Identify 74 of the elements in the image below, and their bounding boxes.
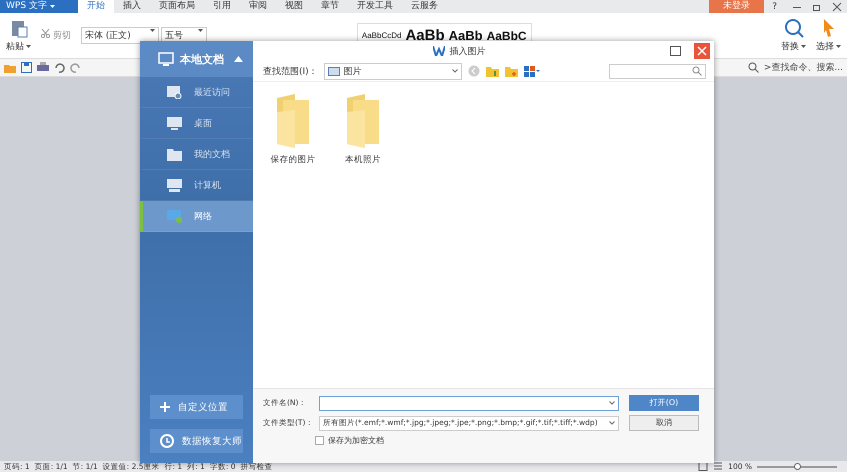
chevron-icon bbox=[609, 421, 615, 425]
open-button[interactable]: 打开(O) bbox=[629, 395, 699, 411]
folder-icon bbox=[345, 94, 381, 148]
menu-tab[interactable]: 视图 bbox=[276, 0, 312, 13]
recovery-icon bbox=[160, 434, 174, 448]
caret-icon bbox=[836, 45, 841, 48]
caret-icon bbox=[801, 45, 806, 48]
computer-icon bbox=[167, 178, 182, 192]
folder-up-icon[interactable] bbox=[486, 66, 499, 76]
style-preview[interactable]: AaBbC bbox=[486, 28, 527, 42]
replace-button[interactable]: 替换 bbox=[781, 18, 806, 53]
file-name-field[interactable] bbox=[319, 396, 619, 410]
help-button[interactable]: ? bbox=[772, 2, 777, 12]
chevron-icon bbox=[452, 69, 458, 73]
caret-icon bbox=[198, 29, 203, 32]
paste-button[interactable]: 粘贴 bbox=[6, 18, 31, 53]
view-grid-icon[interactable] bbox=[524, 66, 540, 76]
folder-item[interactable]: 本机照片 bbox=[337, 94, 389, 166]
menu-tab[interactable]: 插入 bbox=[114, 0, 150, 13]
collapse-arrow-icon[interactable] bbox=[234, 56, 243, 62]
save-icon[interactable] bbox=[21, 62, 32, 73]
scissors-icon bbox=[41, 29, 50, 38]
menu-tab[interactable]: 开发工具 bbox=[348, 0, 402, 13]
look-in-dropdown[interactable]: 图片 bbox=[324, 62, 462, 80]
local-documents-header[interactable]: 本地文档 bbox=[140, 41, 253, 77]
menu-tab[interactable]: 章节 bbox=[312, 0, 348, 13]
menu-tab[interactable]: 引用 bbox=[204, 0, 240, 13]
dialog-title: 插入图片 bbox=[450, 46, 486, 58]
style-preview[interactable]: AaBb bbox=[405, 27, 445, 44]
page-view-icon[interactable] bbox=[698, 462, 708, 471]
search-icon bbox=[692, 66, 702, 76]
plus-icon bbox=[160, 402, 170, 412]
search-icon bbox=[784, 18, 804, 38]
folder-icon bbox=[167, 148, 182, 160]
style-preview[interactable]: AaBb bbox=[448, 28, 483, 43]
wps-logo-icon bbox=[432, 46, 444, 56]
redo-icon[interactable] bbox=[70, 62, 81, 72]
menu-tab[interactable]: 开始 bbox=[78, 0, 114, 13]
zoom-slider-thumb[interactable] bbox=[794, 462, 800, 470]
picture-folder-icon bbox=[328, 66, 340, 76]
clipboard-icon bbox=[10, 18, 28, 38]
close-button[interactable] bbox=[694, 43, 710, 59]
maximize-icon[interactable] bbox=[670, 46, 681, 56]
app-menu-button[interactable]: WPS 文字 bbox=[0, 0, 78, 13]
folder-icon bbox=[275, 94, 311, 148]
encrypt-label: 保存为加密文档 bbox=[328, 435, 384, 446]
chevron-icon bbox=[609, 401, 615, 405]
search-field[interactable] bbox=[609, 64, 706, 78]
look-in-label: 查找范围(I)： bbox=[263, 66, 318, 78]
recent-folder-icon bbox=[167, 86, 182, 98]
menu-tab[interactable]: 页面布局 bbox=[150, 0, 204, 13]
undo-icon[interactable] bbox=[54, 62, 65, 72]
print-icon[interactable] bbox=[37, 62, 49, 73]
encrypt-checkbox[interactable] bbox=[315, 436, 324, 445]
menu-tab[interactable]: 审阅 bbox=[240, 0, 276, 13]
menu-tab[interactable]: 云服务 bbox=[402, 0, 447, 13]
close-icon[interactable] bbox=[832, 2, 842, 12]
select-button[interactable]: 选择 bbox=[816, 18, 841, 53]
cancel-button[interactable]: 取消 bbox=[629, 415, 699, 431]
command-search-field[interactable]: >查找命令、搜索... bbox=[764, 61, 843, 74]
monitor-icon bbox=[167, 116, 182, 130]
caret-icon bbox=[26, 45, 31, 48]
style-preview[interactable]: AaBbCcDd bbox=[362, 31, 402, 40]
new-folder-icon[interactable] bbox=[504, 66, 518, 76]
folder-item[interactable]: 保存的图片 bbox=[267, 94, 319, 166]
cut-button[interactable]: 剪切 bbox=[41, 29, 71, 42]
close-icon bbox=[697, 46, 707, 56]
monitor-icon bbox=[158, 52, 174, 66]
cursor-icon bbox=[822, 18, 836, 38]
search-icon bbox=[748, 62, 759, 73]
network-monitor-icon bbox=[167, 210, 182, 222]
caret-icon bbox=[150, 29, 155, 32]
outline-view-icon[interactable] bbox=[713, 462, 724, 471]
caret-icon bbox=[50, 5, 55, 8]
